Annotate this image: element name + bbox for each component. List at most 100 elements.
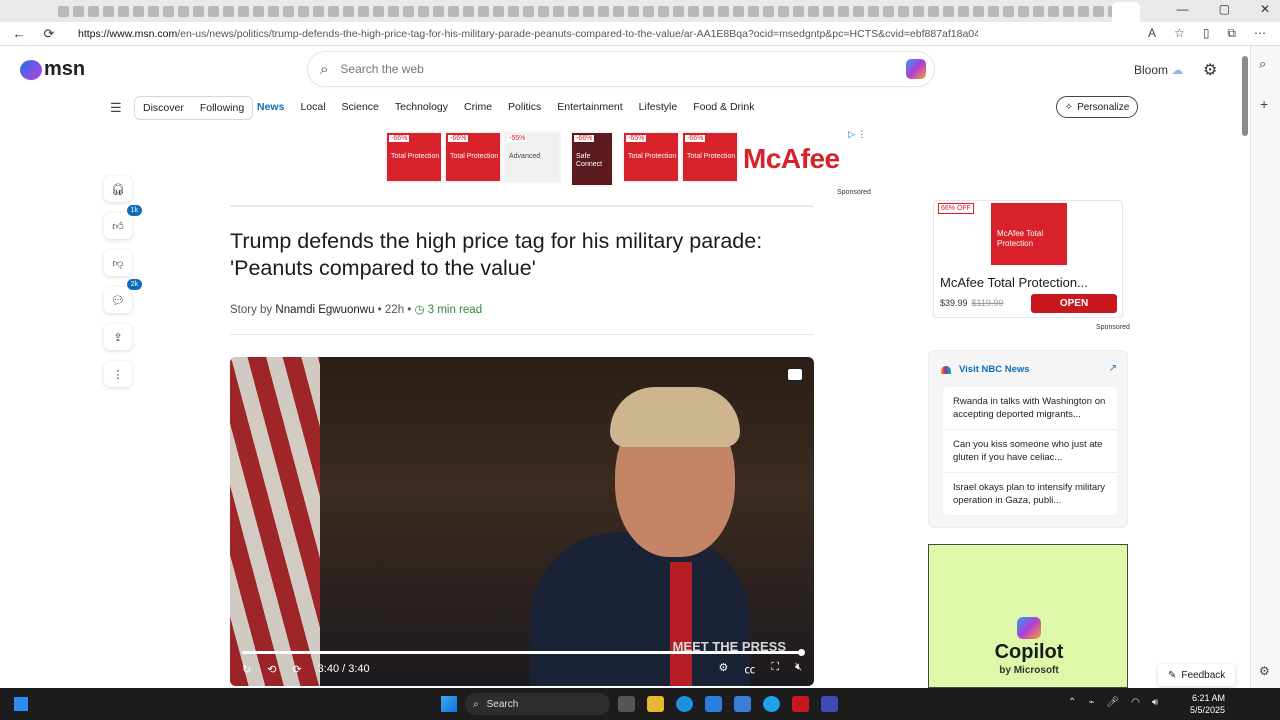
flag-backdrop <box>230 357 320 686</box>
butterfly-icon <box>20 59 42 80</box>
settings-gear-icon[interactable]: ⚙ <box>1203 60 1217 80</box>
list-item[interactable]: Israel okays plan to intensify military … <box>943 473 1117 515</box>
tab-entertainment[interactable]: Entertainment <box>557 101 622 113</box>
window-controls[interactable]: — ▢ ✕ <box>1177 2 1270 16</box>
divider <box>230 205 814 207</box>
discount-badge: 66% OFF <box>938 203 974 214</box>
forward-10-icon[interactable]: ⟳ <box>292 663 301 676</box>
edge-icon[interactable] <box>676 696 693 712</box>
chevron-up-icon[interactable]: ⌃ <box>1068 697 1076 708</box>
speaker-hair <box>610 387 740 447</box>
progress-knob[interactable] <box>798 649 805 656</box>
video-icon[interactable] <box>788 369 802 380</box>
nbc-header[interactable]: Visit NBC News <box>941 364 1030 375</box>
url-field[interactable]: https://www.msn.com/en-us/news/politics/… <box>78 28 978 40</box>
favorite-icon[interactable]: ☆ <box>1174 26 1185 41</box>
network-icon[interactable]: ⌁ <box>1088 697 1094 708</box>
feedback-button[interactable]: ✎ Feedback <box>1158 664 1236 686</box>
tab-science[interactable]: Science <box>342 101 379 113</box>
personalize-button[interactable]: ✧ Personalize <box>1056 96 1138 118</box>
share-icon: ⇪ <box>113 331 123 344</box>
maximize-icon[interactable]: ▢ <box>1219 2 1230 16</box>
msn-logo[interactable]: msn <box>20 58 85 81</box>
app-icon[interactable] <box>763 696 780 712</box>
product-name[interactable]: McAfee Total Protection... <box>940 275 1120 290</box>
browser-tab-strip: — ▢ ✕ <box>0 0 1280 22</box>
open-button[interactable]: OPEN <box>1031 294 1117 313</box>
listen-button[interactable]: 🎧︎ <box>104 176 132 202</box>
windows-taskbar: ⌕ Search ⌃ ⌁ 🎤︎ ◠ 🔊︎ 6:21 AM 5/5/2025 <box>0 688 1280 720</box>
time-current: 3:40 <box>317 663 340 675</box>
app-icon[interactable] <box>821 696 838 712</box>
nbc-news-module: Visit NBC News ↗ Rwanda in talks with Wa… <box>928 350 1128 528</box>
start-icon[interactable] <box>441 696 457 712</box>
copilot-ad[interactable]: Copilot by Microsoft <box>928 544 1128 688</box>
tab-food-drink[interactable]: Food & Drink <box>693 101 754 113</box>
collections-icon[interactable]: ⧉ <box>1227 26 1236 41</box>
comments-button[interactable]: 💬︎ 2k <box>104 279 142 313</box>
settings-icon[interactable]: ⚙ <box>718 661 728 677</box>
mic-icon[interactable]: 🎤︎ <box>1106 697 1119 708</box>
split-screen-icon[interactable]: ▯ <box>1203 26 1210 41</box>
app-icon[interactable] <box>734 696 751 712</box>
top-banner-ad[interactable]: -66% Total Protection -66% Total Protectio… <box>385 129 867 187</box>
tab-local[interactable]: Local <box>300 101 325 113</box>
pill-following[interactable]: Following <box>192 102 252 114</box>
more-icon[interactable]: ⋯ <box>1254 26 1266 41</box>
mute-icon[interactable]: 🔇︎ <box>795 661 802 677</box>
tab-lifestyle[interactable]: Lifestyle <box>639 101 678 113</box>
category-nav: News Local Science Technology Crime Poli… <box>257 101 754 113</box>
mcafee-icon[interactable] <box>792 696 809 712</box>
author-link[interactable]: Nnamdi Egwuonwu <box>275 304 374 316</box>
copilot-icon[interactable] <box>906 59 926 79</box>
video-player[interactable]: MEET THE PRESS ↻ ⟲ ⟳ 3:40 / 3:40 ⚙ ㏄ ⛶ 🔇… <box>230 357 814 686</box>
volume-icon[interactable]: 🔊︎ <box>1152 697 1158 708</box>
ad-tile: -55% Advanced <box>503 131 561 183</box>
minimize-icon[interactable]: — <box>1177 2 1189 16</box>
ad-tile: -66% Total Protection <box>681 131 739 183</box>
read-aloud-icon[interactable]: A <box>1148 26 1156 41</box>
store-icon[interactable] <box>705 696 722 712</box>
active-tab[interactable] <box>1112 2 1140 22</box>
comment-icon: 💬︎ <box>111 294 125 307</box>
close-icon[interactable]: ✕ <box>1260 2 1270 16</box>
search-input[interactable] <box>340 62 861 76</box>
menu-icon[interactable]: ☰ <box>110 100 122 116</box>
taskbar-search[interactable]: ⌕ Search <box>465 693 610 715</box>
tab-technology[interactable]: Technology <box>395 101 448 113</box>
share-button[interactable]: ⇪ <box>104 324 132 350</box>
tab-politics[interactable]: Politics <box>508 101 541 113</box>
nbc-peacock-icon <box>941 365 951 374</box>
widgets-icon[interactable] <box>14 697 28 711</box>
video-progress-bar[interactable] <box>242 649 805 656</box>
fullscreen-icon[interactable]: ⛶ <box>771 661 779 677</box>
back-icon[interactable]: ← <box>8 26 30 41</box>
user-profile[interactable]: Bloom ☁ <box>1134 63 1183 77</box>
tab-crime[interactable]: Crime <box>464 101 492 113</box>
list-item[interactable]: Can you kiss someone who just ate gluten… <box>943 430 1117 473</box>
read-time: 3 min read <box>427 304 483 316</box>
task-view-icon[interactable] <box>618 696 635 712</box>
sidebar-search-icon[interactable]: ⌕ <box>1259 56 1266 72</box>
wifi-icon[interactable]: ◠ <box>1131 697 1140 708</box>
more-options-button[interactable]: ⋮ <box>104 361 132 387</box>
pill-discover[interactable]: Discover <box>135 102 192 114</box>
sidebar-add-icon[interactable]: + <box>1260 96 1268 112</box>
scrollbar[interactable] <box>1242 56 1248 136</box>
captions-icon[interactable]: ㏄ <box>744 661 755 677</box>
file-explorer-icon[interactable] <box>647 696 664 712</box>
like-button[interactable]: 👍︎ 1k <box>104 205 142 239</box>
clock[interactable]: 6:21 AM 5/5/2025 <box>1190 692 1225 716</box>
search-box[interactable]: ⌕ <box>308 52 934 86</box>
replay-icon[interactable]: ↻ <box>242 663 251 676</box>
tab-list[interactable] <box>58 5 1136 17</box>
dislike-button[interactable]: 👎︎ <box>104 250 132 276</box>
right-product-ad[interactable]: 66% OFF McAfee Total Protection McAfee T… <box>933 200 1123 318</box>
rewind-10-icon[interactable]: ⟲ <box>267 663 276 676</box>
external-link-icon[interactable]: ↗ <box>1109 363 1117 374</box>
sidebar-settings-icon[interactable]: ⚙ <box>1259 664 1270 678</box>
refresh-icon[interactable]: ⟳ <box>38 26 60 42</box>
adchoices-icon[interactable]: ▷ ⋮ <box>848 129 866 140</box>
tab-news[interactable]: News <box>257 101 284 113</box>
list-item[interactable]: Rwanda in talks with Washington on accep… <box>943 387 1117 430</box>
